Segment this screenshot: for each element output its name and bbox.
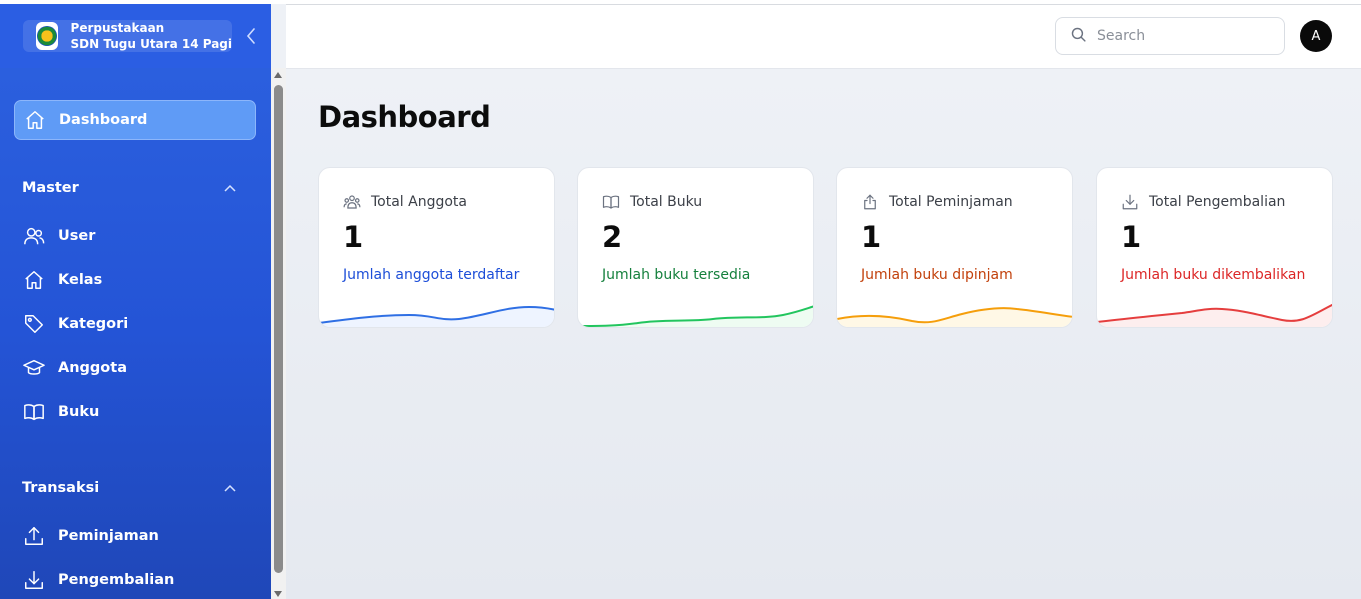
sparkline xyxy=(837,307,1072,327)
graduation-cap-icon xyxy=(22,356,46,380)
sidebar-item-dashboard[interactable]: Dashboard xyxy=(14,100,256,140)
search-input[interactable] xyxy=(1097,28,1267,44)
users-icon xyxy=(343,193,361,211)
chevron-up-icon[interactable] xyxy=(224,180,236,196)
section-transaksi[interactable]: Transaksi xyxy=(14,476,256,500)
section-master[interactable]: Master xyxy=(14,176,256,200)
sidebar-item-label: Kategori xyxy=(58,316,129,332)
card-value: 2 xyxy=(602,220,623,254)
sidebar-item-label: Dashboard xyxy=(59,112,148,128)
top-header: A xyxy=(286,4,1361,69)
download-icon xyxy=(22,568,46,592)
sidebar-item-pengembalian[interactable]: Pengembalian xyxy=(14,560,256,599)
section-title: Transaksi xyxy=(22,480,100,496)
tag-icon xyxy=(22,312,46,336)
stat-card-pengembalian: Total Pengembalian 1 Jumlah buku dikemba… xyxy=(1096,167,1333,328)
sparkline xyxy=(319,305,554,327)
card-value: 1 xyxy=(1121,220,1142,254)
card-description: Jumlah buku tersedia xyxy=(602,267,751,283)
chevron-left-icon[interactable] xyxy=(240,24,262,48)
stat-card-buku: Total Buku 2 Jumlah buku tersedia xyxy=(577,167,814,328)
sidebar-item-label: Anggota xyxy=(58,360,127,376)
sidebar-item-anggota[interactable]: Anggota xyxy=(14,348,256,388)
users-icon xyxy=(22,224,46,248)
card-description: Jumlah buku dikembalikan xyxy=(1121,267,1306,283)
card-title: Total Anggota xyxy=(371,194,468,210)
avatar[interactable]: A xyxy=(1300,20,1332,52)
card-title: Total Pengembalian xyxy=(1149,194,1286,210)
home-icon xyxy=(22,268,46,292)
school-logo xyxy=(36,22,58,50)
sidebar-item-label: Pengembalian xyxy=(58,572,175,588)
sidebar-item-label: User xyxy=(58,228,96,244)
book-icon xyxy=(22,400,46,424)
brand-title: Perpustakaan xyxy=(70,21,165,35)
sidebar-nav: Dashboard Master User Kelas Kategori Ang… xyxy=(0,68,271,599)
sidebar-item-label: Buku xyxy=(58,404,100,420)
sparkline xyxy=(1097,303,1332,327)
scrollbar-thumb[interactable] xyxy=(274,85,283,573)
sidebar-item-kategori[interactable]: Kategori xyxy=(14,304,256,344)
sidebar-item-label: Peminjaman xyxy=(58,528,159,544)
home-icon xyxy=(23,108,47,132)
card-description: Jumlah buku dipinjam xyxy=(861,267,1013,283)
sidebar-item-buku[interactable]: Buku xyxy=(14,392,256,432)
card-value: 1 xyxy=(343,220,364,254)
stat-card-peminjaman: Total Peminjaman 1 Jumlah buku dipinjam xyxy=(836,167,1073,328)
brand[interactable]: Perpustakaan SDN Tugu Utara 14 Pagi xyxy=(23,20,232,52)
card-description: Jumlah anggota terdaftar xyxy=(343,267,520,283)
card-value: 1 xyxy=(861,220,882,254)
sidebar-item-kelas[interactable]: Kelas xyxy=(14,260,256,300)
sidebar-item-label: Kelas xyxy=(58,272,103,288)
book-open-icon xyxy=(602,193,620,211)
main-content: Dashboard Total Anggota 1 Jumlah anggota… xyxy=(286,70,1361,599)
brand-subtitle: SDN Tugu Utara 14 Pagi xyxy=(70,37,232,51)
sidebar-item-user[interactable]: User xyxy=(14,216,256,256)
sparkline xyxy=(578,305,813,327)
download-icon xyxy=(1121,193,1139,211)
card-title: Total Peminjaman xyxy=(889,194,1013,210)
stat-card-anggota: Total Anggota 1 Jumlah anggota terdaftar xyxy=(318,167,555,328)
scroll-up-arrow-icon[interactable] xyxy=(274,72,282,78)
sidebar: Perpustakaan SDN Tugu Utara 14 Pagi Dash… xyxy=(0,4,271,599)
search-box[interactable] xyxy=(1055,17,1285,55)
upload-icon xyxy=(22,524,46,548)
share-upload-icon xyxy=(861,193,879,211)
page-title: Dashboard xyxy=(318,100,491,134)
search-icon xyxy=(1070,26,1087,47)
chevron-up-icon[interactable] xyxy=(224,480,236,496)
brand-bar: Perpustakaan SDN Tugu Utara 14 Pagi xyxy=(0,4,271,68)
scroll-down-arrow-icon[interactable] xyxy=(274,591,282,597)
sidebar-scrollbar[interactable] xyxy=(271,68,286,599)
card-title: Total Buku xyxy=(630,194,703,210)
sidebar-item-peminjaman[interactable]: Peminjaman xyxy=(14,516,256,556)
section-title: Master xyxy=(22,180,79,196)
